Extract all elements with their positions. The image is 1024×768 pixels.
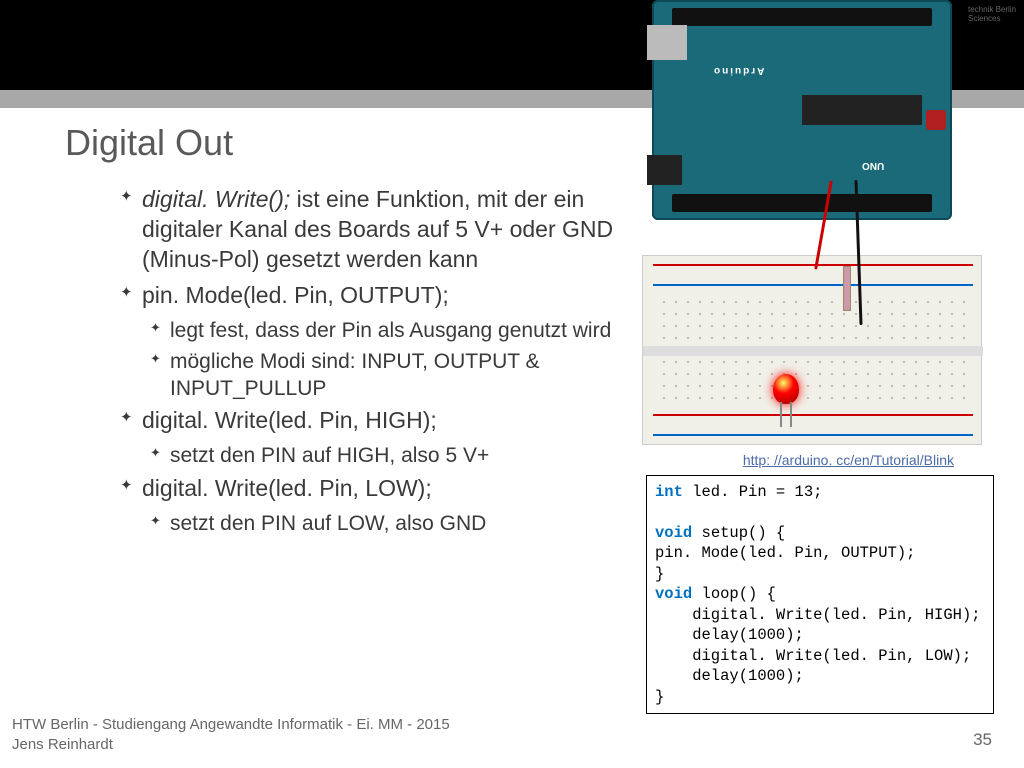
code-text: } [655, 565, 664, 583]
footer-line-2: Jens Reinhardt [12, 735, 450, 755]
bullet-digitalwrite: digital. Write(); ist eine Funktion, mit… [120, 185, 620, 275]
resistor [843, 266, 851, 311]
code-text: pin. Mode(led. Pin, OUTPUT); [655, 544, 915, 562]
footer-line-1: HTW Berlin - Studiengang Angewandte Info… [12, 715, 450, 735]
microcontroller-chip [802, 95, 922, 125]
code-text: loop() { [692, 585, 776, 603]
arduino-label: Arduino [712, 65, 764, 76]
keyword-void: void [655, 524, 692, 542]
page-number: 35 [973, 730, 992, 750]
power-jack [647, 155, 682, 185]
bullet-write-high: digital. Write(led. Pin, HIGH); [120, 406, 620, 436]
pin-header-top [672, 8, 932, 26]
sub-bullet: setzt den PIN auf HIGH, also 5 V+ [150, 442, 620, 469]
sub-bullet: mögliche Modi sind: INPUT, OUTPUT & INPU… [150, 348, 620, 403]
sub-bullet: legt fest, dass der Pin als Ausgang genu… [150, 317, 620, 344]
slide-title: Digital Out [65, 122, 233, 164]
red-led [773, 374, 799, 404]
footer: HTW Berlin - Studiengang Angewandte Info… [12, 715, 450, 754]
code-text: digital. Write(led. Pin, LOW); [655, 647, 971, 665]
code-block: int led. Pin = 13; void setup() { pin. M… [646, 475, 994, 714]
bullet-write-low: digital. Write(led. Pin, LOW); [120, 474, 620, 504]
arduino-board: UNO Arduino [652, 0, 952, 220]
code-text: digital. Write(led. Pin, HIGH); [655, 606, 981, 624]
code-text: delay(1000); [655, 667, 804, 685]
keyword-void: void [655, 585, 692, 603]
arduino-breadboard-image: UNO Arduino [642, 0, 982, 450]
code-text: } [655, 688, 664, 706]
power-rail [653, 264, 973, 266]
uno-label: UNO [862, 160, 884, 171]
keyword-int: int [655, 483, 683, 501]
code-text: delay(1000); [655, 626, 804, 644]
pin-header-bottom [672, 194, 932, 212]
ground-rail [653, 434, 973, 436]
content-area: digital. Write(); ist eine Funktion, mit… [120, 185, 620, 541]
fn-name: digital. Write(); [142, 186, 290, 212]
usb-port [647, 25, 687, 60]
reset-button [926, 110, 946, 130]
breadboard [642, 255, 982, 445]
ground-rail [653, 284, 973, 286]
sub-bullet: setzt den PIN auf LOW, also GND [150, 510, 620, 537]
tutorial-link[interactable]: http: //arduino. cc/en/Tutorial/Blink [743, 452, 954, 468]
breadboard-divider [643, 346, 983, 356]
power-rail [653, 414, 973, 416]
code-text: setup() { [692, 524, 785, 542]
code-text: led. Pin = 13; [683, 483, 823, 501]
bullet-pinmode: pin. Mode(led. Pin, OUTPUT); [120, 281, 620, 311]
